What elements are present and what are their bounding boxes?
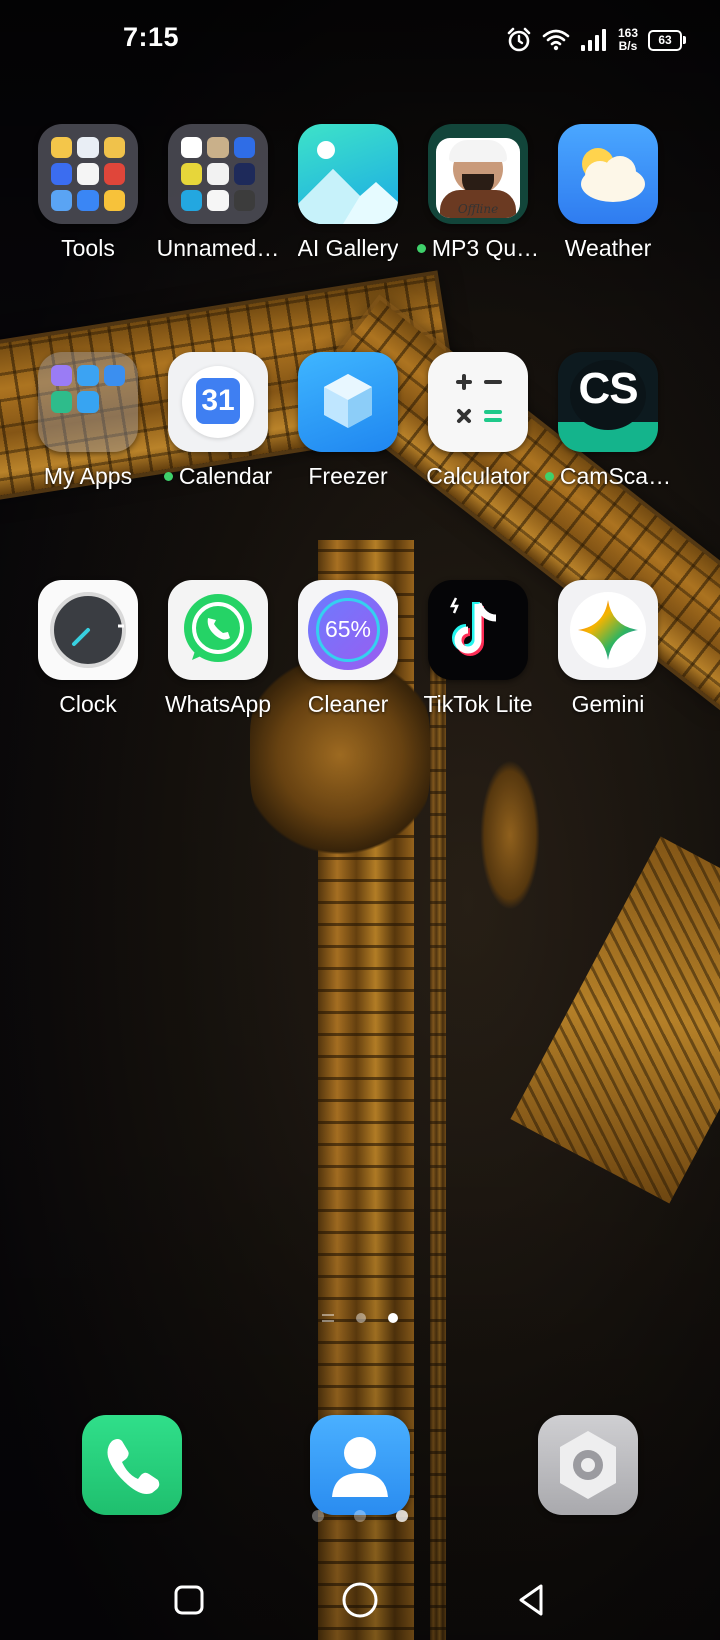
navigation-bar (0, 1560, 720, 1640)
new-indicator-dot (544, 472, 554, 481)
dock-dot (312, 1510, 324, 1522)
app-unnamed-folder[interactable]: Unnamed… (150, 124, 286, 262)
folder-icon (38, 352, 138, 452)
dock-dot (354, 1510, 366, 1522)
app-label: My Apps (43, 463, 133, 489)
whatsapp-icon (168, 580, 268, 680)
app-label: WhatsApp (164, 691, 272, 717)
dock-settings[interactable] (520, 1415, 656, 1515)
page-list-icon (322, 1314, 334, 1322)
gemini-icon (558, 580, 658, 680)
calculator-icon (428, 352, 528, 452)
quran-offline-icon: Offline (428, 124, 528, 224)
app-label: Gemini (571, 691, 645, 717)
app-label: Tools (61, 235, 115, 261)
app-whatsapp[interactable]: WhatsApp (150, 580, 286, 718)
freezer-icon (298, 352, 398, 452)
app-tools[interactable]: Tools (20, 124, 156, 262)
dock-phone[interactable] (64, 1415, 200, 1515)
page-dot-active[interactable] (388, 1313, 398, 1323)
app-label: Weather (564, 235, 652, 261)
recents-icon (174, 1585, 204, 1615)
network-speed: 163 B/s (618, 27, 638, 53)
recents-button[interactable] (167, 1578, 211, 1622)
app-label: TikTok Lite (423, 691, 533, 717)
home-button[interactable] (338, 1578, 382, 1622)
wifi-icon (542, 29, 570, 51)
app-label: Unnamed… (156, 235, 280, 261)
app-weather[interactable]: Weather (540, 124, 676, 262)
app-label: MP3 Qu… (431, 235, 540, 261)
battery-level: 63 (658, 33, 672, 47)
app-label: CamSca… (559, 463, 672, 489)
new-indicator-dot (163, 472, 173, 481)
gallery-icon (298, 124, 398, 224)
page-indicator[interactable] (0, 1313, 720, 1323)
clock-icon (38, 580, 138, 680)
app-my-apps[interactable]: My Apps (20, 352, 156, 490)
dock-dots (0, 1510, 720, 1522)
back-icon (519, 1584, 543, 1616)
app-ai-gallery[interactable]: AI Gallery (280, 124, 416, 262)
app-calendar[interactable]: 31 Calendar (150, 352, 286, 490)
offline-caption: Offline (457, 202, 499, 216)
app-label: Cleaner (307, 691, 389, 717)
app-label: Freezer (308, 463, 388, 489)
dock-contacts[interactable] (292, 1415, 428, 1515)
app-label: Calculator (426, 463, 530, 489)
camscanner-icon: CS (558, 352, 658, 452)
app-clock[interactable]: Clock (20, 580, 156, 718)
status-time: 7:15 (123, 22, 180, 52)
camscanner-logo-text: CS (578, 364, 638, 413)
battery-icon: 63 (648, 29, 686, 51)
calendar-icon: 31 (168, 352, 268, 452)
weather-icon (558, 124, 658, 224)
home-icon (342, 1582, 378, 1618)
net-speed-unit: B/s (618, 39, 638, 53)
app-cleaner[interactable]: 65% Cleaner (280, 580, 416, 718)
app-gemini[interactable]: Gemini (540, 580, 676, 718)
app-label: Clock (59, 691, 117, 717)
app-mp3-quran[interactable]: Offline MP3 Qu… (410, 124, 546, 262)
phone-icon (82, 1415, 182, 1515)
back-button[interactable] (509, 1578, 553, 1622)
contacts-icon (310, 1415, 410, 1515)
app-label: AI Gallery (297, 235, 399, 261)
alarm-icon (507, 27, 531, 52)
app-freezer[interactable]: Freezer (280, 352, 416, 490)
cleaner-icon: 65% (298, 580, 398, 680)
settings-icon (538, 1415, 638, 1515)
app-tiktok-lite[interactable]: TikTok Lite (410, 580, 546, 718)
app-label: Calendar (178, 463, 273, 489)
app-camscanner[interactable]: CS CamSca… (540, 352, 676, 490)
new-indicator-dot (416, 244, 426, 253)
dock-dot (396, 1510, 408, 1522)
tiktok-icon (428, 580, 528, 680)
status-bar: 7:15 163 B/s 63 (0, 0, 720, 80)
signal-icon (580, 29, 606, 51)
calendar-date: 31 (196, 378, 240, 424)
cleaner-percent: 65% (324, 616, 372, 642)
folder-icon (38, 124, 138, 224)
folder-icon (168, 124, 268, 224)
page-dot[interactable] (356, 1313, 366, 1323)
app-calculator[interactable]: Calculator (410, 352, 546, 490)
